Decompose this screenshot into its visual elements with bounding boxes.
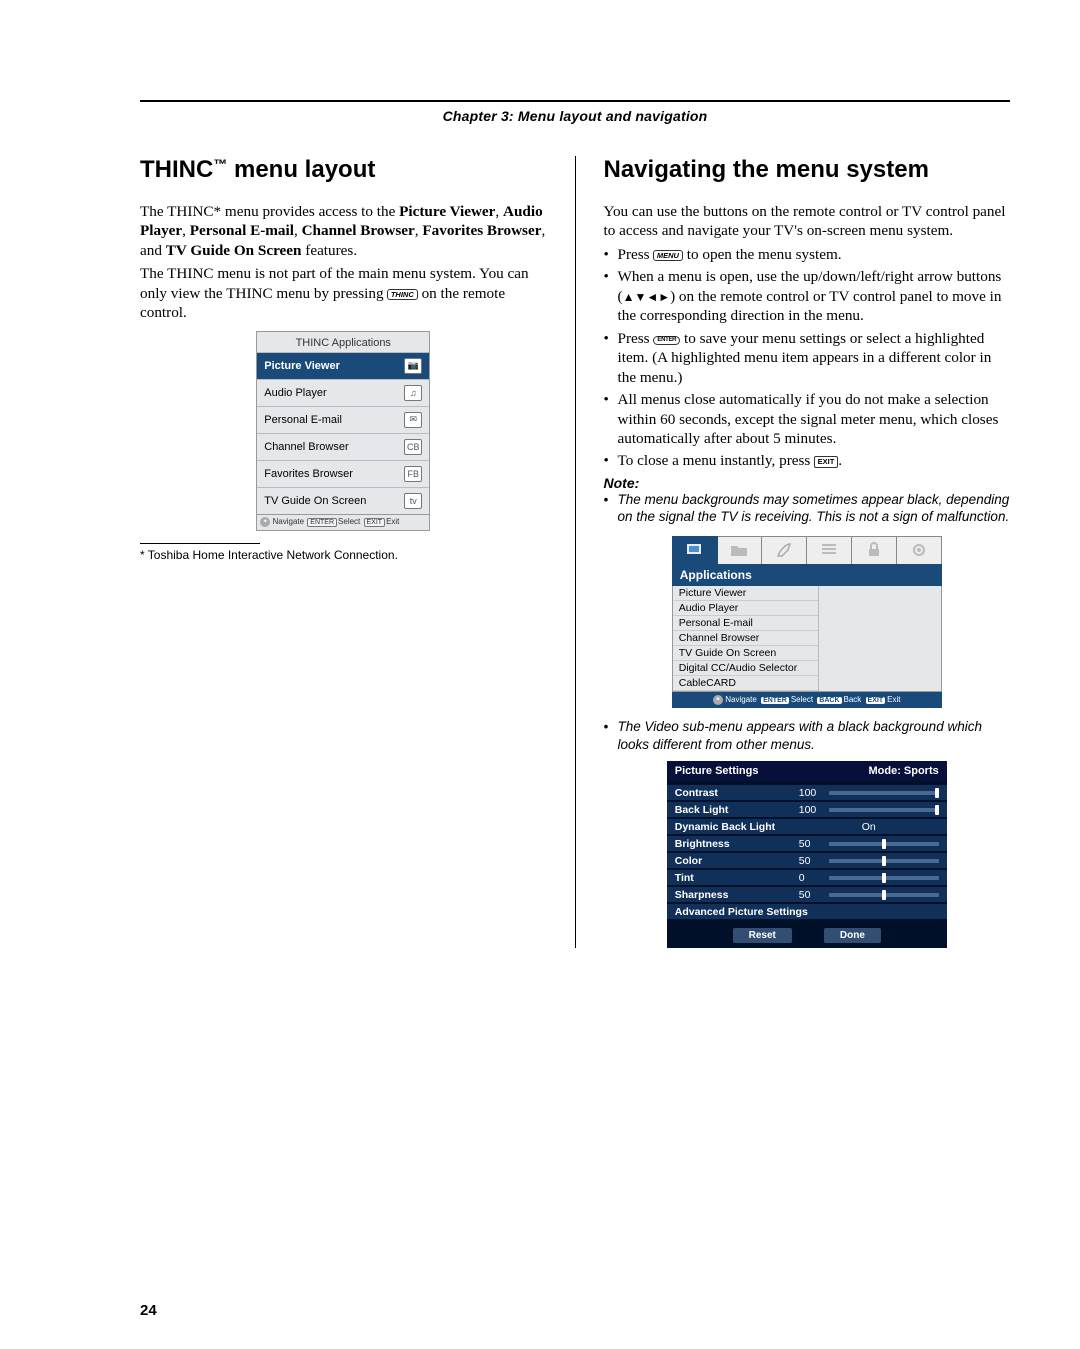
thinc-access-paragraph: The THINC menu is not part of the main m… [140, 264, 547, 322]
note-heading: Note: [604, 475, 1011, 491]
thinc-menu-row-picture-viewer: Picture Viewer 📷 [257, 352, 429, 379]
apps-tab-active [672, 536, 718, 564]
apps-tab-4 [807, 536, 852, 564]
nav-bullet-2: When a menu is open, use the up/down/lef… [604, 267, 1011, 325]
pic-row-dynamic-backlight: Dynamic Back Light On [667, 818, 947, 835]
apps-tab-3 [762, 536, 807, 564]
thinc-menu-row-audio-player: Audio Player ♫ [257, 379, 429, 406]
apps-tab-2 [718, 536, 763, 564]
nav-bullet-5: To close a menu instantly, press EXIT. [604, 451, 1011, 470]
thinc-menu-title: THINC Applications [257, 332, 429, 352]
apps-row: Picture Viewer [673, 586, 818, 601]
thinc-menu-row-channel-browser: Channel Browser CB [257, 433, 429, 460]
music-note-icon: ♫ [404, 385, 422, 401]
apps-pane: Picture Viewer Audio Player Personal E-m… [672, 586, 942, 692]
apps-row: TV Guide On Screen [673, 646, 818, 661]
mail-icon: ✉ [404, 412, 422, 428]
note-1: The menu backgrounds may sometimes appea… [604, 491, 1011, 526]
nav-intro-paragraph: You can use the buttons on the remote co… [604, 202, 1011, 241]
pic-done-button: Done [824, 928, 881, 943]
navigate-icon: ✦ [260, 517, 270, 527]
applications-menu-mock: Applications Picture Viewer Audio Player… [672, 536, 942, 708]
tv-app-icon [685, 540, 705, 560]
pic-row-advanced: Advanced Picture Settings [667, 903, 947, 920]
exit-key-icon: EXIT [814, 456, 838, 468]
thinc-menu-row-favorites-browser: Favorites Browser FB [257, 460, 429, 487]
left-column: THINC™ menu layout The THINC* menu provi… [140, 152, 547, 948]
nav-bullet-4: All menus close automatically if you do … [604, 390, 1011, 448]
section-heading-thinc: THINC™ menu layout [140, 156, 547, 184]
note-list: The menu backgrounds may sometimes appea… [604, 491, 1011, 526]
folder-icon [729, 540, 749, 560]
thinc-intro-paragraph: The THINC* menu provides access to the P… [140, 202, 547, 260]
arrow-keys-icon: ▲▼◄► [623, 290, 671, 304]
apps-row: CableCARD [673, 676, 818, 691]
page-number: 24 [140, 1302, 157, 1319]
camera-icon: 📷 [404, 358, 422, 374]
pic-row-backlight: Back Light 100 [667, 801, 947, 818]
apps-row: Channel Browser [673, 631, 818, 646]
chapter-title: Chapter 3: Menu layout and navigation [140, 108, 1010, 124]
pic-row-tint: Tint 0 [667, 869, 947, 886]
chapter-header: Chapter 3: Menu layout and navigation [140, 100, 1010, 124]
nav-bullet-3: Press ENTER to save your menu settings o… [604, 329, 1011, 387]
note-2: The Video sub-menu appears with a black … [604, 718, 1011, 753]
pic-body: Contrast 100 Back Light 100 Dynamic Back… [667, 781, 947, 923]
pic-footer: Reset Done [667, 923, 947, 948]
pic-title-bar: Picture Settings Mode: Sports [667, 761, 947, 781]
list-icon [819, 540, 839, 560]
column-divider [575, 156, 576, 948]
apps-row: Audio Player [673, 601, 818, 616]
brush-icon [774, 540, 794, 560]
thinc-key-icon: THINC [387, 289, 417, 301]
navigate-icon: ✦ [713, 695, 723, 705]
enter-key-icon: ENTER [653, 336, 680, 346]
thinc-footnote: * Toshiba Home Interactive Network Conne… [140, 548, 547, 562]
apps-tab-6 [897, 536, 942, 564]
note-list-2: The Video sub-menu appears with a black … [604, 718, 1011, 753]
apps-row: Digital CC/Audio Selector [673, 661, 818, 676]
nav-bullet-1: Press MENU to open the menu system. [604, 245, 1011, 264]
thinc-menu-row-email: Personal E-mail ✉ [257, 406, 429, 433]
favorites-browser-icon: FB [404, 466, 422, 482]
section-heading-navigating: Navigating the menu system [604, 156, 1011, 184]
channel-browser-icon: CB [404, 439, 422, 455]
thinc-menu-mock: THINC Applications Picture Viewer 📷 Audi… [256, 331, 430, 531]
gear-icon [909, 540, 929, 560]
tv-guide-icon: tv [404, 493, 422, 509]
footnote-rule [140, 543, 260, 544]
thinc-menu-footer: ✦ Navigate ENTERSelect EXITExit [257, 514, 429, 530]
pic-row-sharpness: Sharpness 50 [667, 886, 947, 903]
apps-row: Personal E-mail [673, 616, 818, 631]
lock-icon [864, 540, 884, 560]
pic-reset-button: Reset [733, 928, 792, 943]
apps-pane-title: Applications [672, 564, 942, 586]
thinc-menu-row-tv-guide: TV Guide On Screen tv [257, 487, 429, 514]
apps-tab-row [672, 536, 942, 564]
apps-footer: ✦ Navigate ENTERSelect BACKBack EXITExit [672, 692, 942, 708]
pic-row-contrast: Contrast 100 [667, 784, 947, 801]
nav-bullet-list: Press MENU to open the menu system. When… [604, 245, 1011, 471]
apps-tab-5 [852, 536, 897, 564]
pic-row-brightness: Brightness 50 [667, 835, 947, 852]
pic-row-color: Color 50 [667, 852, 947, 869]
picture-settings-mock: Picture Settings Mode: Sports Contrast 1… [667, 761, 947, 948]
right-column: Navigating the menu system You can use t… [604, 152, 1011, 948]
menu-key-icon: MENU [653, 250, 683, 262]
